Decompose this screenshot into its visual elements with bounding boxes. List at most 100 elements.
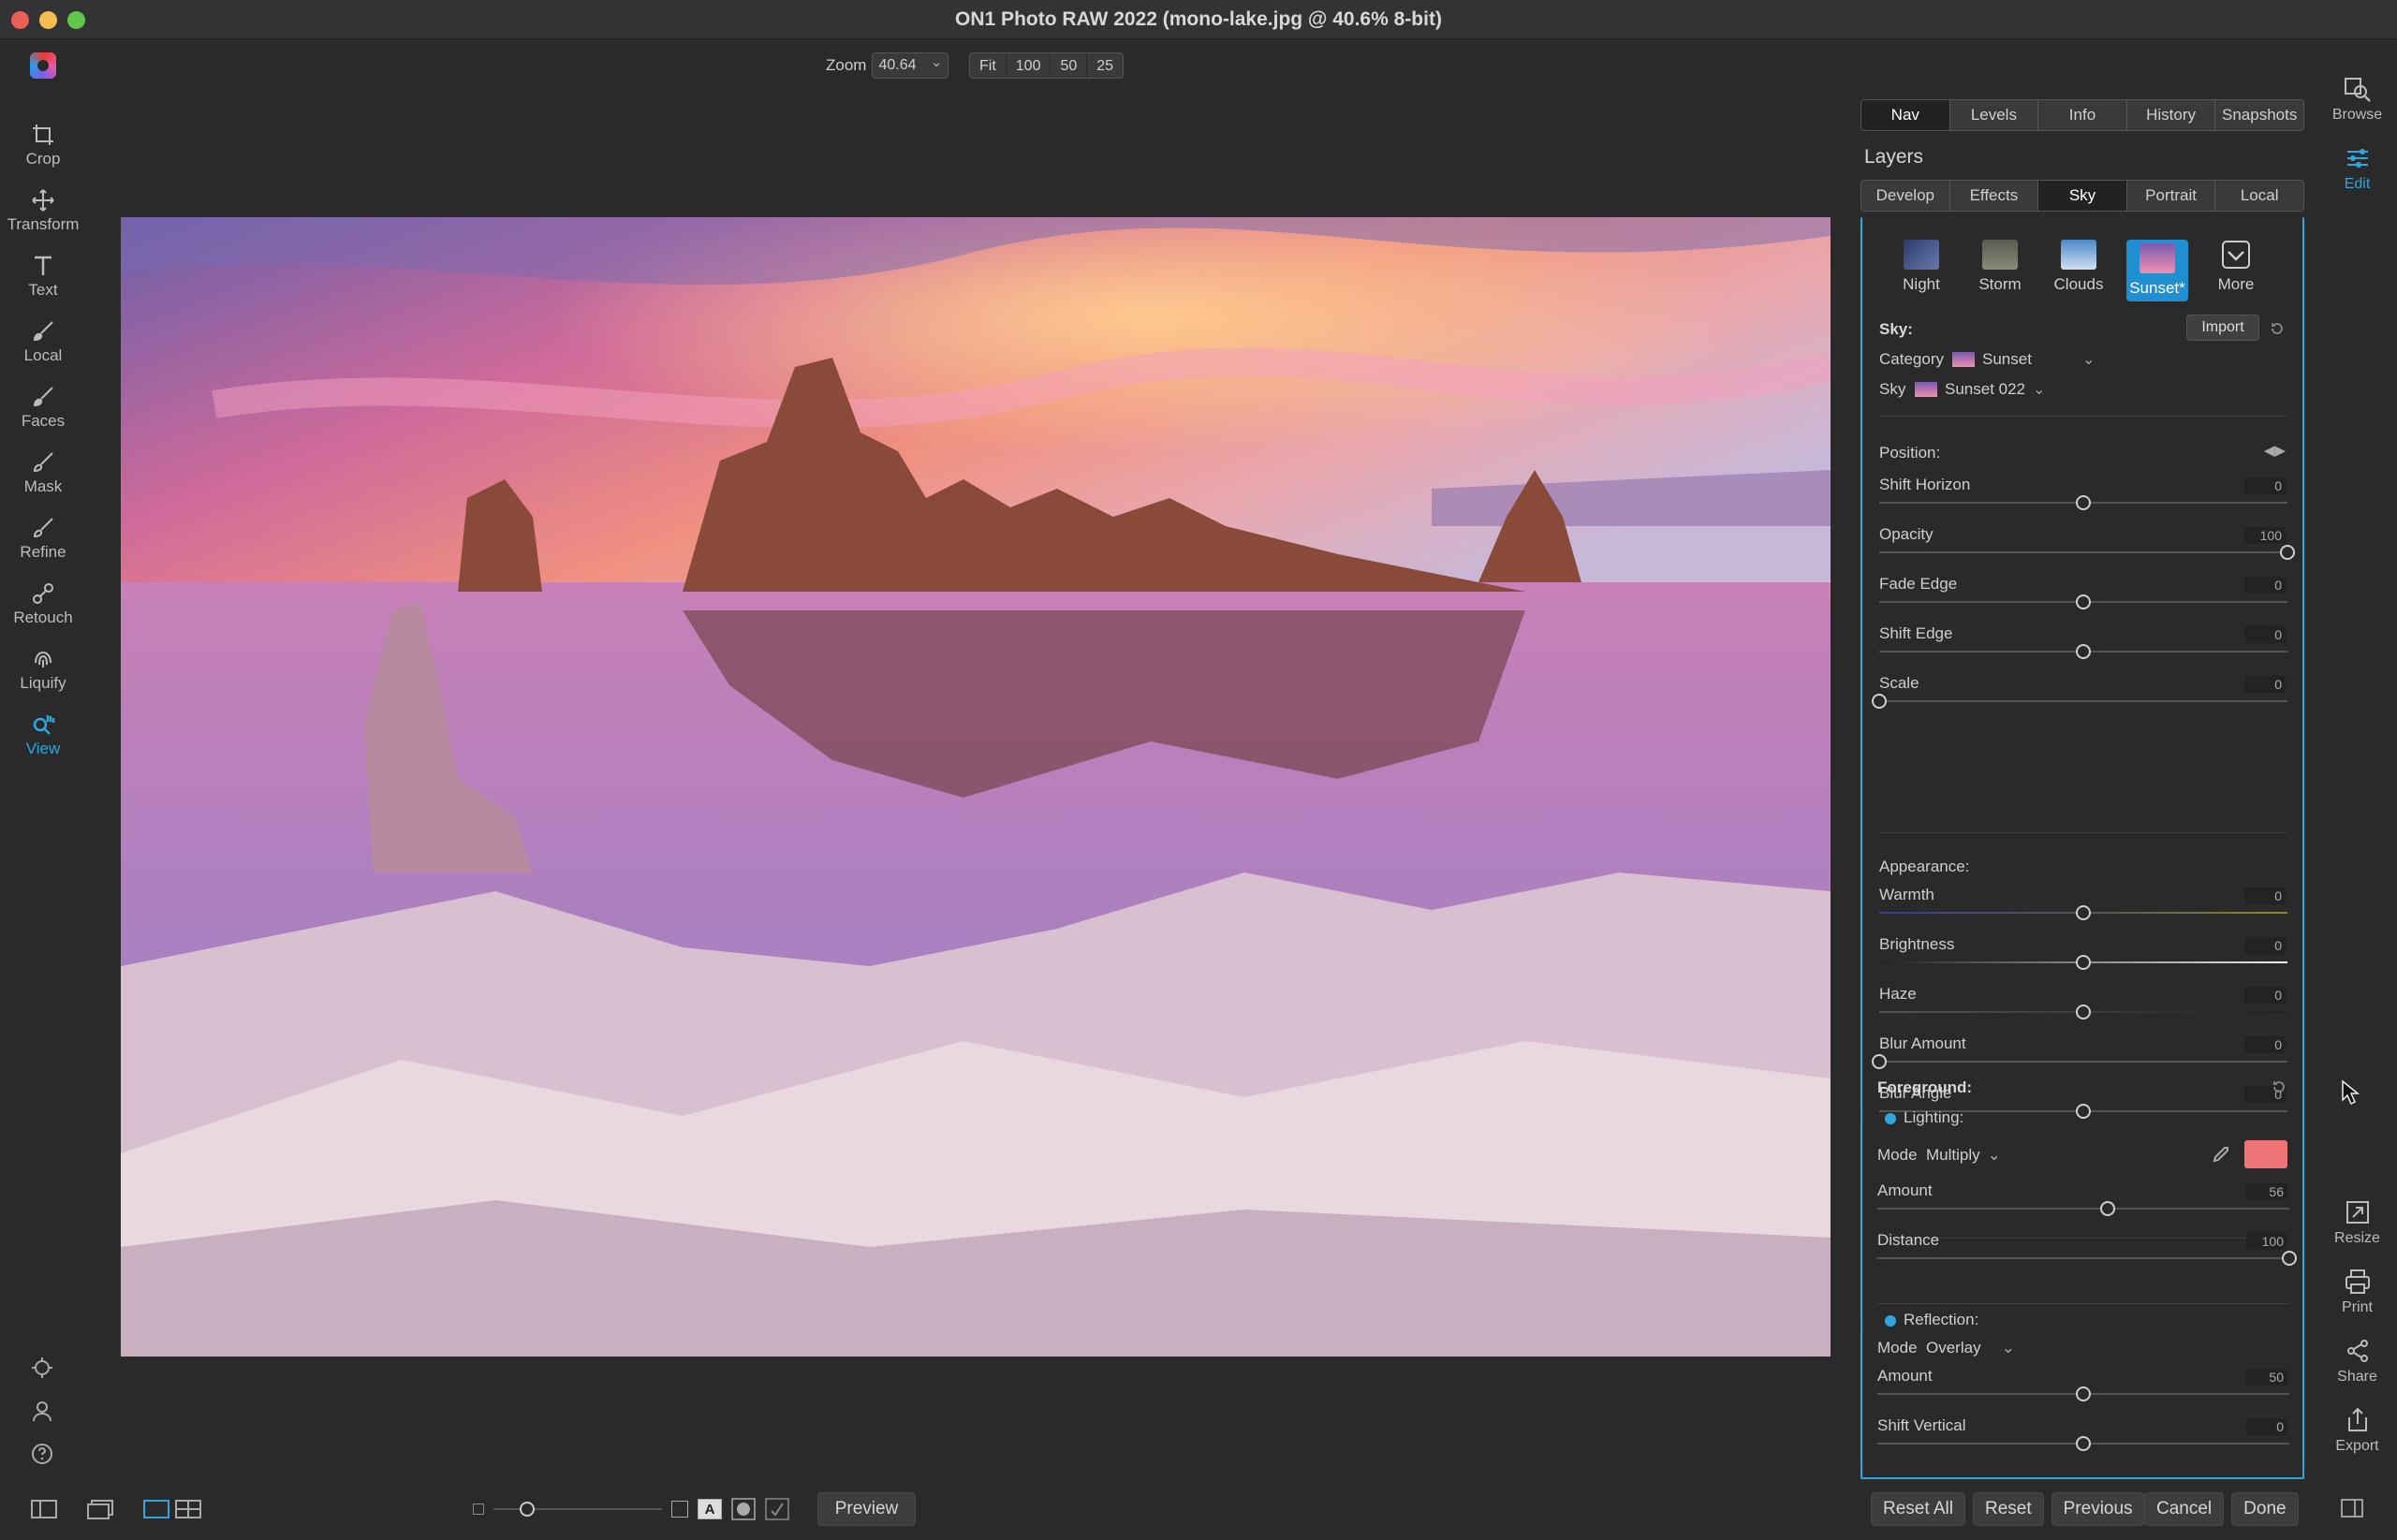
category-select[interactable]: Sunset ⌄ [1952, 350, 2095, 369]
slider-knob[interactable] [2076, 644, 2091, 659]
slider-value[interactable]: 0 [2246, 1418, 2287, 1435]
tool-local[interactable]: Local [0, 309, 86, 374]
slider-track[interactable] [1879, 955, 2287, 970]
tool-crop[interactable]: Crop [0, 112, 86, 178]
tool-refine[interactable]: Refine [0, 506, 86, 571]
slider-knob[interactable] [2282, 1251, 2297, 1266]
tool-transform[interactable]: Transform [0, 178, 86, 243]
tab-local[interactable]: Local [2215, 181, 2303, 211]
slider-knob[interactable] [2076, 905, 2091, 920]
slider-track[interactable] [1879, 545, 2295, 560]
slider-knob[interactable] [520, 1502, 535, 1517]
slider-track[interactable] [1879, 644, 2287, 659]
rail-print[interactable]: Print [2317, 1268, 2397, 1316]
tab-history[interactable]: History [2126, 100, 2216, 130]
slider-value[interactable]: 100 [2246, 1233, 2287, 1250]
zoom-100-button[interactable]: 100 [1006, 53, 1051, 78]
tool-mask[interactable]: Mask [0, 440, 86, 506]
thumbnail-size-slider[interactable] [493, 1502, 662, 1517]
slider-knob[interactable] [2076, 1386, 2091, 1401]
slider-value[interactable]: 0 [2244, 577, 2286, 594]
tool-retouch[interactable]: Retouch [0, 571, 86, 637]
slider-track[interactable] [1877, 1201, 2289, 1216]
slider-track[interactable] [1877, 1251, 2297, 1266]
slider-track[interactable] [1879, 495, 2287, 510]
cancel-button[interactable]: Cancel [2144, 1492, 2225, 1526]
slider-knob[interactable] [2280, 545, 2295, 560]
tab-portrait[interactable]: Portrait [2126, 181, 2216, 211]
tool-liquify[interactable]: Liquify [0, 637, 86, 702]
slider-knob[interactable] [2076, 1436, 2091, 1451]
clipping-icon[interactable] [765, 1498, 789, 1520]
mode-select[interactable]: Multiply ⌄ [1926, 1146, 2001, 1165]
photo-canvas[interactable] [121, 217, 1831, 1357]
preview-button[interactable]: Preview [817, 1492, 916, 1526]
tool-view[interactable]: View [0, 702, 86, 768]
rail-share[interactable]: Share [2317, 1337, 2397, 1386]
reflection-mode-select[interactable]: Overlay ⌄ [1926, 1339, 2015, 1357]
preset-storm[interactable]: Storm [1969, 240, 2031, 301]
slider-knob[interactable] [2076, 955, 2091, 970]
mask-overlay-icon[interactable] [731, 1498, 756, 1520]
rail-browse[interactable]: Browse [2317, 75, 2397, 124]
sky-select[interactable]: Sunset 022 ⌄ [1915, 380, 2045, 399]
zoom-select[interactable]: 40.64 [872, 52, 949, 79]
slider-value[interactable]: 0 [2244, 626, 2286, 643]
slider-value[interactable]: 0 [2244, 1036, 2286, 1053]
rail-edit[interactable]: Edit [2317, 144, 2397, 193]
rail-export[interactable]: Export [2317, 1406, 2397, 1455]
filmstrip-icon[interactable] [86, 1498, 114, 1520]
tab-info[interactable]: Info [2038, 100, 2127, 130]
compare-view-icon[interactable] [174, 1498, 202, 1520]
slider-value[interactable]: 0 [2244, 676, 2286, 693]
slider-knob[interactable] [2100, 1201, 2116, 1216]
slider-value[interactable]: 0 [2244, 477, 2286, 494]
zoom-fit-button[interactable]: Fit [970, 53, 1007, 78]
slider-value[interactable]: 0 [2244, 887, 2286, 904]
single-view-icon[interactable] [142, 1498, 170, 1520]
slider-knob[interactable] [2076, 594, 2091, 609]
zoom-50-button[interactable]: 50 [1051, 53, 1088, 78]
previous-button[interactable]: Previous [2051, 1492, 2145, 1526]
adjust-icon[interactable] [30, 1356, 54, 1380]
slider-track[interactable] [1879, 594, 2287, 609]
tab-sky[interactable]: Sky [2038, 181, 2127, 211]
reset-sky-icon[interactable] [2269, 320, 2286, 337]
tab-develop[interactable]: Develop [1861, 181, 1950, 211]
slider-track[interactable] [1877, 1436, 2289, 1451]
done-button[interactable]: Done [2231, 1492, 2299, 1526]
reset-foreground-icon[interactable] [2271, 1078, 2287, 1095]
slider-value[interactable]: 56 [2246, 1183, 2287, 1200]
slider-track[interactable] [1872, 694, 2287, 709]
right-panel-toggle-icon[interactable] [2341, 1498, 2363, 1518]
preset-night[interactable]: Night [1890, 240, 1952, 301]
app-logo-icon[interactable] [30, 52, 56, 79]
slider-value[interactable]: 50 [2246, 1369, 2287, 1386]
slider-track[interactable] [1872, 1054, 2287, 1069]
tab-nav[interactable]: Nav [1861, 100, 1950, 130]
import-button[interactable]: Import [2186, 315, 2259, 341]
slider-track[interactable] [1877, 1386, 2289, 1401]
rail-resize[interactable]: Resize [2317, 1198, 2397, 1247]
preset-sunset[interactable]: Sunset* [2126, 240, 2188, 301]
slider-track[interactable] [1879, 905, 2287, 920]
tab-snapshots[interactable]: Snapshots [2215, 100, 2303, 130]
tab-effects[interactable]: Effects [1949, 181, 2039, 211]
slider-value[interactable]: 100 [2244, 527, 2286, 544]
panel-toggle-icon[interactable] [30, 1498, 58, 1520]
tool-text[interactable]: Text [0, 243, 86, 309]
slider-knob[interactable] [2076, 1005, 2091, 1019]
preset-clouds[interactable]: Clouds [2048, 240, 2110, 301]
reset-all-button[interactable]: Reset All [1871, 1492, 1965, 1526]
text-overlay-icon[interactable]: A [698, 1499, 722, 1519]
tab-levels[interactable]: Levels [1949, 100, 2039, 130]
reflection-toggle[interactable]: Reflection: [1885, 1311, 1978, 1329]
preset-more[interactable]: More [2205, 240, 2267, 301]
eyedropper-icon[interactable] [2211, 1144, 2231, 1165]
user-icon[interactable] [30, 1399, 54, 1423]
slider-knob[interactable] [1872, 694, 1887, 709]
tool-faces[interactable]: Faces [0, 374, 86, 440]
flip-arrows-icon[interactable]: ◀▶ [2264, 442, 2286, 459]
slider-value[interactable]: 0 [2244, 937, 2286, 954]
lighting-toggle[interactable]: Lighting: [1885, 1108, 1963, 1127]
